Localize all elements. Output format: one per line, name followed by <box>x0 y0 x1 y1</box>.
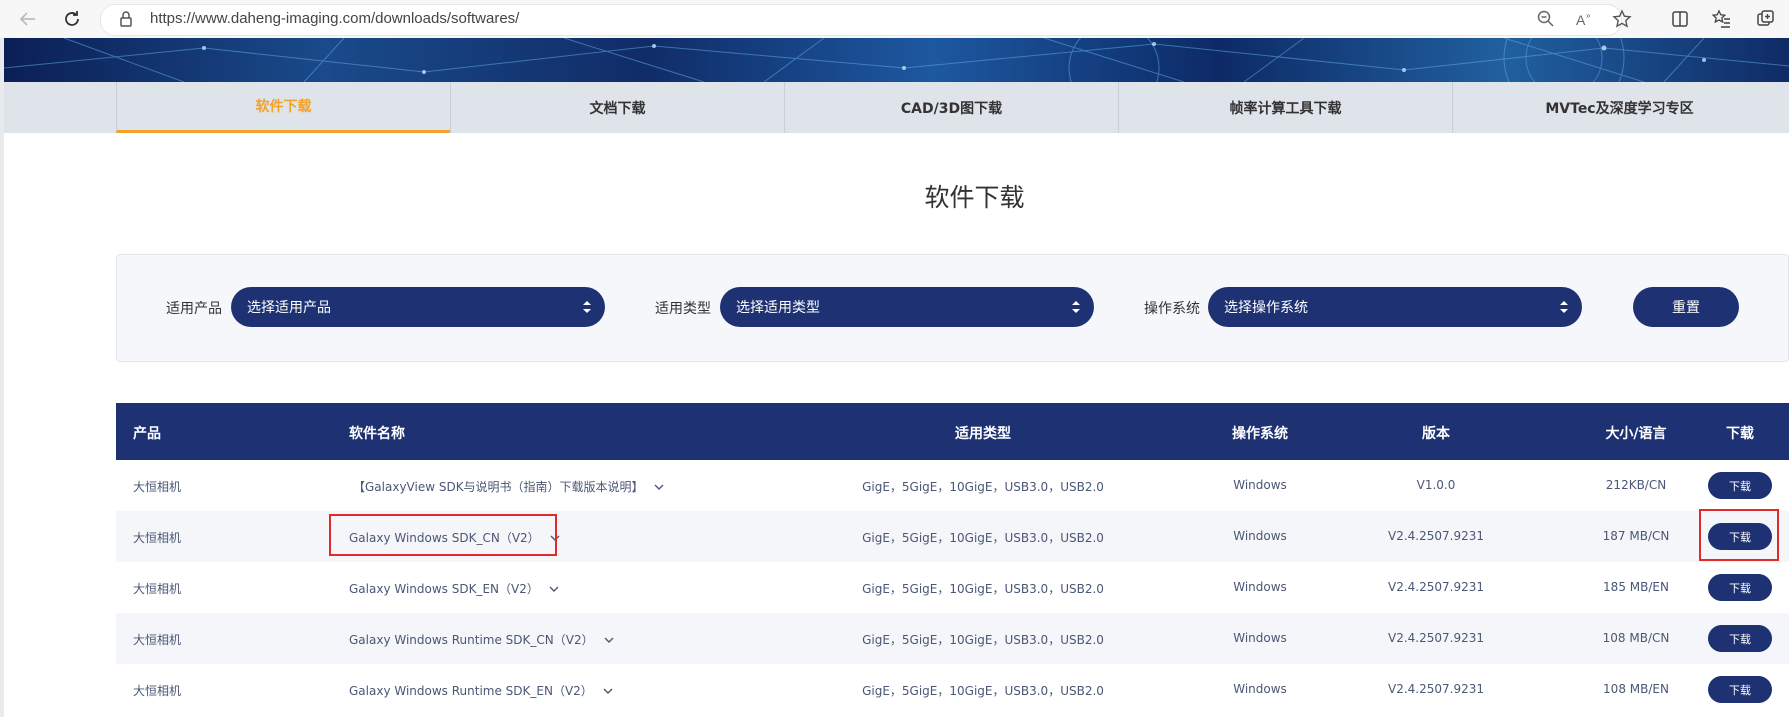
cell-product: 大恒相机 <box>133 684 182 698</box>
software-name-text: Galaxy Windows SDK_EN（V2） <box>349 582 539 596</box>
cell-software-name[interactable]: Galaxy Windows SDK_EN（V2） <box>349 580 559 597</box>
tab-cad-3d-download[interactable]: CAD/3D图下载 <box>784 82 1118 133</box>
collections-icon[interactable] <box>1756 9 1776 29</box>
software-name-text: 【GalaxyView SDK与说明书（指南）下载版本说明】 <box>353 480 644 494</box>
cell-version: V2.4.2507.9231 <box>1388 580 1484 594</box>
header-banner <box>4 38 1789 82</box>
header-size-language: 大小/语言 <box>1605 426 1667 442</box>
cell-size: 108 MB/EN <box>1603 682 1669 696</box>
reset-button[interactable]: 重置 <box>1633 287 1739 327</box>
cell-version: V1.0.0 <box>1416 478 1456 492</box>
select-arrows-icon <box>1560 301 1568 313</box>
os-select[interactable]: 选择操作系统 <box>1208 287 1582 327</box>
cell-software-name[interactable]: Galaxy Windows Runtime SDK_EN（V2） <box>349 682 613 699</box>
site-info-icon[interactable] <box>116 9 136 29</box>
table-header: 产品 软件名称 适用类型 操作系统 版本 大小/语言 下载 <box>116 403 1789 460</box>
cell-product: 大恒相机 <box>133 582 182 596</box>
product-filter-label: 适用产品 <box>166 301 222 317</box>
header-software-name: 软件名称 <box>349 426 405 442</box>
chevron-down-icon[interactable] <box>604 636 614 644</box>
cell-os: Windows <box>1233 631 1287 645</box>
cell-os: Windows <box>1233 682 1287 696</box>
cell-types: GigE，5GigE，10GigE，USB3.0，USB2.0 <box>862 633 1104 647</box>
cell-version: V2.4.2507.9231 <box>1388 682 1484 696</box>
chevron-down-icon[interactable] <box>549 585 559 593</box>
tab-software-download[interactable]: 软件下载 <box>116 82 450 133</box>
header-download: 下载 <box>1726 426 1754 442</box>
highlight-box-software-name <box>329 514 557 556</box>
download-button[interactable]: 下载 <box>1708 574 1772 601</box>
cell-size: 212KB/CN <box>1605 478 1667 492</box>
page-title: 软件下载 <box>924 183 1025 212</box>
svg-text:A: A <box>1576 12 1586 28</box>
product-select-value: 选择适用产品 <box>247 300 331 316</box>
refresh-button[interactable] <box>58 6 86 32</box>
header-product: 产品 <box>133 426 161 442</box>
browser-toolbar: https://www.daheng-imaging.com/downloads… <box>0 0 1789 39</box>
cell-software-name[interactable]: Galaxy Windows Runtime SDK_CN（V2） <box>349 631 614 648</box>
url-text[interactable]: https://www.daheng-imaging.com/downloads… <box>150 10 519 27</box>
header-os: 操作系统 <box>1232 426 1288 442</box>
header-type: 适用类型 <box>955 426 1011 442</box>
cell-types: GigE，5GigE，10GigE，USB3.0，USB2.0 <box>862 582 1104 596</box>
table-row: 大恒相机 Galaxy Windows Runtime SDK_CN（V2） G… <box>116 613 1789 664</box>
product-select[interactable]: 选择适用产品 <box>231 287 605 327</box>
tab-document-download[interactable]: 文档下载 <box>450 82 784 133</box>
cell-size: 108 MB/CN <box>1602 631 1670 645</box>
page-left-edge <box>0 38 4 717</box>
read-aloud-icon[interactable]: A» <box>1574 9 1594 29</box>
software-name-text: Galaxy Windows Runtime SDK_CN（V2） <box>349 633 594 647</box>
select-arrows-icon <box>1072 301 1080 313</box>
cell-version: V2.4.2507.9231 <box>1388 529 1484 543</box>
software-name-text: Galaxy Windows Runtime SDK_EN（V2） <box>349 684 593 698</box>
download-button[interactable]: 下载 <box>1708 676 1772 703</box>
zoom-icon[interactable] <box>1536 9 1556 29</box>
cell-size: 187 MB/CN <box>1602 529 1670 543</box>
tab-mvtec-deep-learning[interactable]: MVTec及深度学习专区 <box>1452 82 1786 133</box>
cell-types: GigE，5GigE，10GigE，USB3.0，USB2.0 <box>862 531 1104 545</box>
cell-os: Windows <box>1233 580 1287 594</box>
category-tabs: 软件下载 文档下载 CAD/3D图下载 帧率计算工具下载 MVTec及深度学习专… <box>4 82 1789 133</box>
table-row: 大恒相机 Galaxy Windows SDK_EN（V2） GigE，5Gig… <box>116 562 1789 613</box>
favorites-list-icon[interactable] <box>1712 9 1732 29</box>
svg-text:»: » <box>1586 11 1591 20</box>
filter-panel: 适用产品 选择适用产品 适用类型 选择适用类型 操作系统 选择操作系统 重置 <box>116 254 1789 362</box>
type-select-value: 选择适用类型 <box>736 300 820 316</box>
select-arrows-icon <box>583 301 591 313</box>
split-screen-icon[interactable] <box>1670 9 1690 29</box>
table-row: 大恒相机 Galaxy Windows Runtime SDK_EN（V2） G… <box>116 664 1789 715</box>
cell-size: 185 MB/EN <box>1603 580 1669 594</box>
banner-circuit-graphic <box>4 38 1789 82</box>
header-version: 版本 <box>1422 426 1450 442</box>
download-button[interactable]: 下载 <box>1708 625 1772 652</box>
chevron-down-icon[interactable] <box>603 687 613 695</box>
back-button[interactable] <box>14 6 42 32</box>
os-filter-label: 操作系统 <box>1144 301 1200 317</box>
cell-product: 大恒相机 <box>133 633 182 647</box>
type-filter-label: 适用类型 <box>655 301 711 317</box>
cell-types: GigE，5GigE，10GigE，USB3.0，USB2.0 <box>862 480 1104 494</box>
type-select[interactable]: 选择适用类型 <box>720 287 1094 327</box>
refresh-icon <box>65 11 79 26</box>
cell-os: Windows <box>1233 478 1287 492</box>
cell-os: Windows <box>1233 529 1287 543</box>
tab-frame-rate-tool-download[interactable]: 帧率计算工具下载 <box>1118 82 1452 133</box>
os-select-value: 选择操作系统 <box>1224 300 1308 316</box>
chevron-down-icon[interactable] <box>654 483 664 491</box>
back-arrow-icon <box>19 12 35 26</box>
favorite-star-icon[interactable] <box>1612 9 1632 29</box>
cell-product: 大恒相机 <box>133 531 182 545</box>
highlight-box-download-button <box>1699 509 1779 561</box>
cell-types: GigE，5GigE，10GigE，USB3.0，USB2.0 <box>862 684 1104 698</box>
cell-version: V2.4.2507.9231 <box>1388 631 1484 645</box>
cell-software-name[interactable]: 【GalaxyView SDK与说明书（指南）下载版本说明】 <box>353 478 664 495</box>
download-button[interactable]: 下载 <box>1708 472 1772 499</box>
table-row: 大恒相机 【GalaxyView SDK与说明书（指南）下载版本说明】 GigE… <box>116 460 1789 511</box>
cell-product: 大恒相机 <box>133 480 182 494</box>
